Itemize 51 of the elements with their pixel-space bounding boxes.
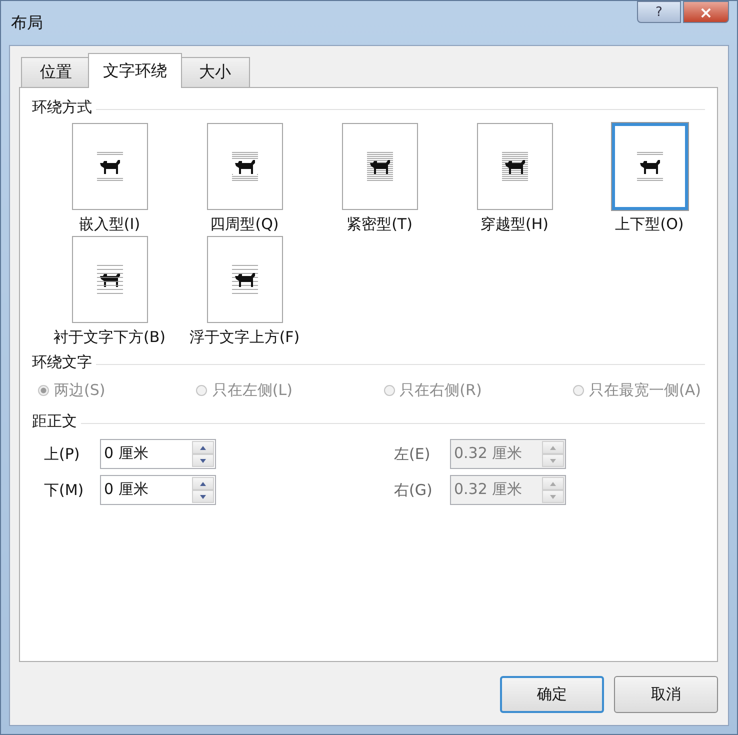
dog-text-icon xyxy=(230,264,260,294)
spin-input[interactable]: 0 厘米 xyxy=(101,476,191,502)
dog-text-icon xyxy=(230,152,260,182)
wrap-option-tile[interactable] xyxy=(206,123,282,210)
wrap-option-tile[interactable] xyxy=(72,236,148,323)
down-triangle-icon xyxy=(550,458,556,462)
field-label: 上(P) xyxy=(44,444,81,464)
option-label: 紧密型(T) xyxy=(346,215,412,234)
tab[interactable]: 位置 xyxy=(21,57,91,87)
spin-up-button[interactable] xyxy=(192,441,214,454)
spin-field[interactable]: 0 厘米 xyxy=(100,475,216,505)
wrap-option-tile[interactable] xyxy=(342,123,418,210)
dog-text-icon xyxy=(500,152,530,182)
wrap-option-tile[interactable] xyxy=(72,123,148,210)
section-heading: 环绕文字 xyxy=(32,353,92,372)
wrap-option-tile[interactable] xyxy=(612,123,688,210)
field-label: 左(E) xyxy=(394,444,432,464)
option-label: 嵌入型(I) xyxy=(78,215,140,234)
up-triangle-icon xyxy=(550,446,556,450)
dog-text-icon xyxy=(94,264,124,294)
wrap-option-tile[interactable] xyxy=(476,123,552,210)
dog-text-icon xyxy=(94,152,124,182)
ok-button[interactable]: 确定 xyxy=(500,676,604,713)
up-triangle-icon xyxy=(200,446,206,450)
dog-text-icon xyxy=(364,152,394,182)
option-label: 四周型(Q) xyxy=(210,215,279,234)
down-triangle-icon xyxy=(550,494,556,498)
window-title: 布局 xyxy=(11,12,43,34)
field-label: 右(G) xyxy=(394,480,434,500)
field-label: 下(M) xyxy=(44,480,85,500)
option-label: 上下型(O) xyxy=(615,215,684,234)
cancel-button[interactable]: 取消 xyxy=(614,676,718,713)
down-triangle-icon xyxy=(200,458,206,462)
spin-input[interactable]: 0 厘米 xyxy=(101,440,191,466)
wrap-option-tile[interactable] xyxy=(206,236,282,323)
up-triangle-icon xyxy=(200,482,206,486)
spin-field[interactable]: 0 厘米 xyxy=(100,439,216,469)
tab[interactable]: 大小 xyxy=(180,57,250,87)
spin-down-button[interactable] xyxy=(192,490,214,503)
section-heading: 距正文 xyxy=(32,412,77,431)
spin-down-button[interactable] xyxy=(192,454,214,467)
option-label: 穿越型(H) xyxy=(480,215,548,234)
option-label: 浮于文字上方(F) xyxy=(189,328,300,347)
option-label: 衬于文字下方(B) xyxy=(54,328,166,347)
tab[interactable]: 文字环绕 xyxy=(88,53,182,88)
down-triangle-icon xyxy=(200,494,206,498)
up-triangle-icon xyxy=(550,482,556,486)
spin-up-button[interactable] xyxy=(192,477,214,490)
dog-text-icon xyxy=(634,152,664,182)
section-heading: 环绕方式 xyxy=(32,98,92,117)
help-button[interactable]: ? xyxy=(637,1,681,23)
